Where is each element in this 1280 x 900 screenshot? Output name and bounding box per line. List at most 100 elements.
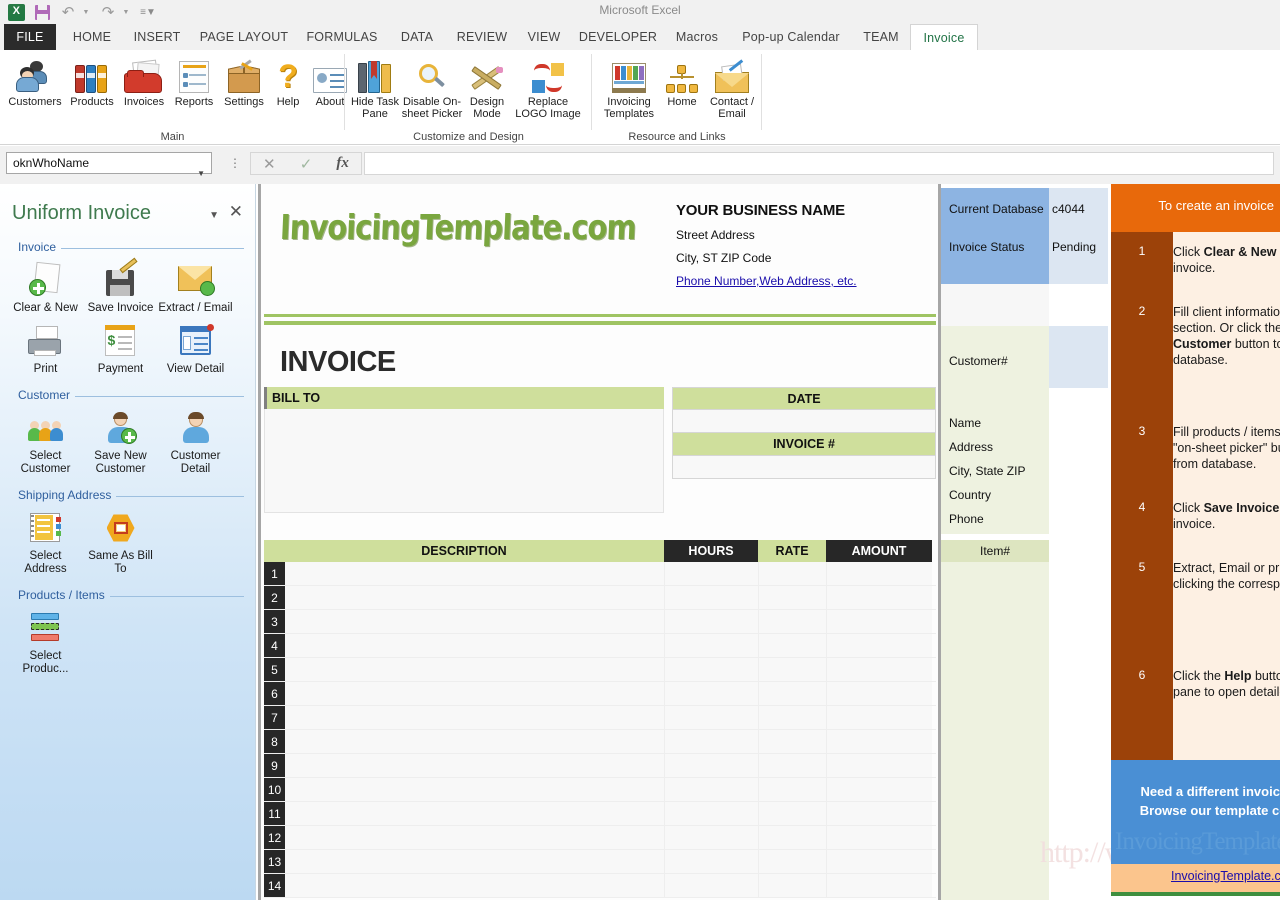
line-item-rate-cell[interactable] <box>758 874 826 897</box>
name-box-dropdown-icon[interactable]: ▼ <box>197 164 205 184</box>
item-number-body[interactable] <box>941 562 1049 900</box>
date-input[interactable] <box>672 409 936 433</box>
ribbon-button-contact-email[interactable]: Contact / Email <box>704 53 760 120</box>
line-item-hours-cell[interactable] <box>664 634 758 657</box>
line-item-amount-cell[interactable] <box>826 874 932 897</box>
line-item-description-cell[interactable] <box>285 754 664 777</box>
insert-function-icon[interactable]: fx <box>324 153 361 174</box>
invoice-status-value[interactable]: Pending <box>1052 240 1096 254</box>
line-item-rate-cell[interactable] <box>758 802 826 825</box>
line-item-description-cell[interactable] <box>285 850 664 873</box>
line-item-amount-cell[interactable] <box>826 658 932 681</box>
task-pane-button-payment[interactable]: $ Payment <box>83 321 158 376</box>
line-item-rate-cell[interactable] <box>758 586 826 609</box>
cta-banner[interactable]: Need a different invoice layout? Browse … <box>1111 760 1280 864</box>
bill-to-input[interactable] <box>264 409 664 513</box>
task-pane-button-extract-email[interactable]: Extract / Email <box>158 260 233 315</box>
ribbon-tab-data[interactable]: DATA <box>386 24 448 50</box>
line-item-amount-cell[interactable] <box>826 850 932 873</box>
ribbon-tab-file[interactable]: FILE <box>4 24 56 50</box>
ribbon-tab-view[interactable]: VIEW <box>516 24 572 50</box>
company-logo[interactable]: InvoicingTemplate.com <box>279 207 636 247</box>
task-pane-button-same-as-bill-to[interactable]: Same As Bill To <box>83 508 158 576</box>
ribbon-tab-developer[interactable]: DEVELOPER <box>572 24 664 50</box>
column-header-description[interactable]: DESCRIPTION <box>264 540 664 562</box>
line-item-rate-cell[interactable] <box>758 850 826 873</box>
line-item-description-cell[interactable] <box>285 778 664 801</box>
ribbon-button-replace-logo-image[interactable]: Replace LOGO Image <box>511 53 585 120</box>
chevron-down-icon[interactable]: ▼ <box>209 210 219 221</box>
task-pane-button-save-invoice[interactable]: Save Invoice <box>83 257 158 315</box>
formula-input[interactable] <box>364 152 1274 175</box>
column-header-amount[interactable]: AMOUNT <box>826 540 932 562</box>
line-item-description-cell[interactable] <box>285 658 664 681</box>
line-item-amount-cell[interactable] <box>826 730 932 753</box>
cancel-x-icon[interactable]: ✕ <box>251 153 288 174</box>
ribbon-tab-review[interactable]: REVIEW <box>448 24 516 50</box>
line-item-description-cell[interactable] <box>285 562 664 585</box>
ribbon-button-help[interactable]: ? Help <box>270 53 306 108</box>
ribbon-button-reports[interactable]: Reports <box>170 53 218 108</box>
line-item-description-cell[interactable] <box>285 610 664 633</box>
ribbon-button-hide-task-pane[interactable]: Hide Task Pane <box>349 53 401 120</box>
line-item-rate-cell[interactable] <box>758 682 826 705</box>
customer-number-input[interactable] <box>1049 326 1108 388</box>
line-item-hours-cell[interactable] <box>664 850 758 873</box>
ribbon-tab-home[interactable]: HOME <box>60 24 124 50</box>
business-city[interactable]: City, ST ZIP Code <box>676 251 936 265</box>
task-pane-button-print[interactable]: Print <box>8 321 83 376</box>
name-box[interactable]: oknWhoName ▼ <box>6 152 212 178</box>
line-item-hours-cell[interactable] <box>664 754 758 777</box>
line-item-hours-cell[interactable] <box>664 802 758 825</box>
line-item-hours-cell[interactable] <box>664 730 758 753</box>
task-pane-button-save-new-customer[interactable]: Save New Customer <box>83 408 158 476</box>
close-x-icon[interactable]: ✕ <box>229 203 243 220</box>
ribbon-button-home[interactable]: Home <box>660 53 704 120</box>
ribbon-button-design-mode[interactable]: Design Mode <box>463 53 511 120</box>
ribbon-tab-pop-up-calendar[interactable]: Pop-up Calendar <box>730 24 852 50</box>
task-pane-button-view-detail[interactable]: View Detail <box>158 321 233 376</box>
formula-bar-grip[interactable]: ⋮ <box>229 156 241 170</box>
line-item-rate-cell[interactable] <box>758 754 826 777</box>
invoicing-template-link[interactable]: InvoicingTemplate.com <box>1171 869 1280 883</box>
ribbon-button-settings[interactable]: Settings <box>218 53 270 108</box>
line-item-description-cell[interactable] <box>285 634 664 657</box>
line-item-amount-cell[interactable] <box>826 610 932 633</box>
ribbon-tab-macros[interactable]: Macros <box>664 24 730 50</box>
line-item-rate-cell[interactable] <box>758 826 826 849</box>
ribbon-button-invoices[interactable]: Invoices <box>118 53 170 108</box>
line-item-rate-cell[interactable] <box>758 706 826 729</box>
line-item-rate-cell[interactable] <box>758 778 826 801</box>
line-item-description-cell[interactable] <box>285 682 664 705</box>
ribbon-button-products[interactable]: Products <box>66 53 118 108</box>
ribbon-tab-insert[interactable]: INSERT <box>124 24 190 50</box>
line-item-hours-cell[interactable] <box>664 706 758 729</box>
line-item-rate-cell[interactable] <box>758 730 826 753</box>
line-item-rate-cell[interactable] <box>758 658 826 681</box>
ribbon-button-invoicing-templates[interactable]: Invoicing Templates <box>598 53 660 120</box>
line-item-description-cell[interactable] <box>285 706 664 729</box>
business-name[interactable]: YOUR BUSINESS NAME <box>676 202 936 219</box>
line-item-amount-cell[interactable] <box>826 826 932 849</box>
line-item-description-cell[interactable] <box>285 802 664 825</box>
line-item-hours-cell[interactable] <box>664 826 758 849</box>
line-item-amount-cell[interactable] <box>826 634 932 657</box>
ribbon-tab-formulas[interactable]: FORMULAS <box>298 24 386 50</box>
task-pane-button-select-produc[interactable]: Select Produc... <box>8 608 83 676</box>
line-item-hours-cell[interactable] <box>664 610 758 633</box>
line-item-amount-cell[interactable] <box>826 706 932 729</box>
ribbon-button-disable-on-sheet-picker[interactable]: Disable On-sheet Picker <box>401 53 463 120</box>
line-item-description-cell[interactable] <box>285 730 664 753</box>
column-header-hours[interactable]: HOURS <box>664 540 758 562</box>
ribbon-tab-invoice[interactable]: Invoice <box>910 24 978 51</box>
line-item-amount-cell[interactable] <box>826 778 932 801</box>
line-item-hours-cell[interactable] <box>664 586 758 609</box>
line-item-amount-cell[interactable] <box>826 754 932 777</box>
task-pane-button-clear-new[interactable]: Clear & New <box>8 260 83 315</box>
line-item-amount-cell[interactable] <box>826 562 932 585</box>
ribbon-button-customers[interactable]: Customers <box>4 53 66 108</box>
current-database-value[interactable]: c4044 <box>1052 202 1085 216</box>
line-item-hours-cell[interactable] <box>664 682 758 705</box>
column-header-rate[interactable]: RATE <box>758 540 826 562</box>
line-item-hours-cell[interactable] <box>664 658 758 681</box>
